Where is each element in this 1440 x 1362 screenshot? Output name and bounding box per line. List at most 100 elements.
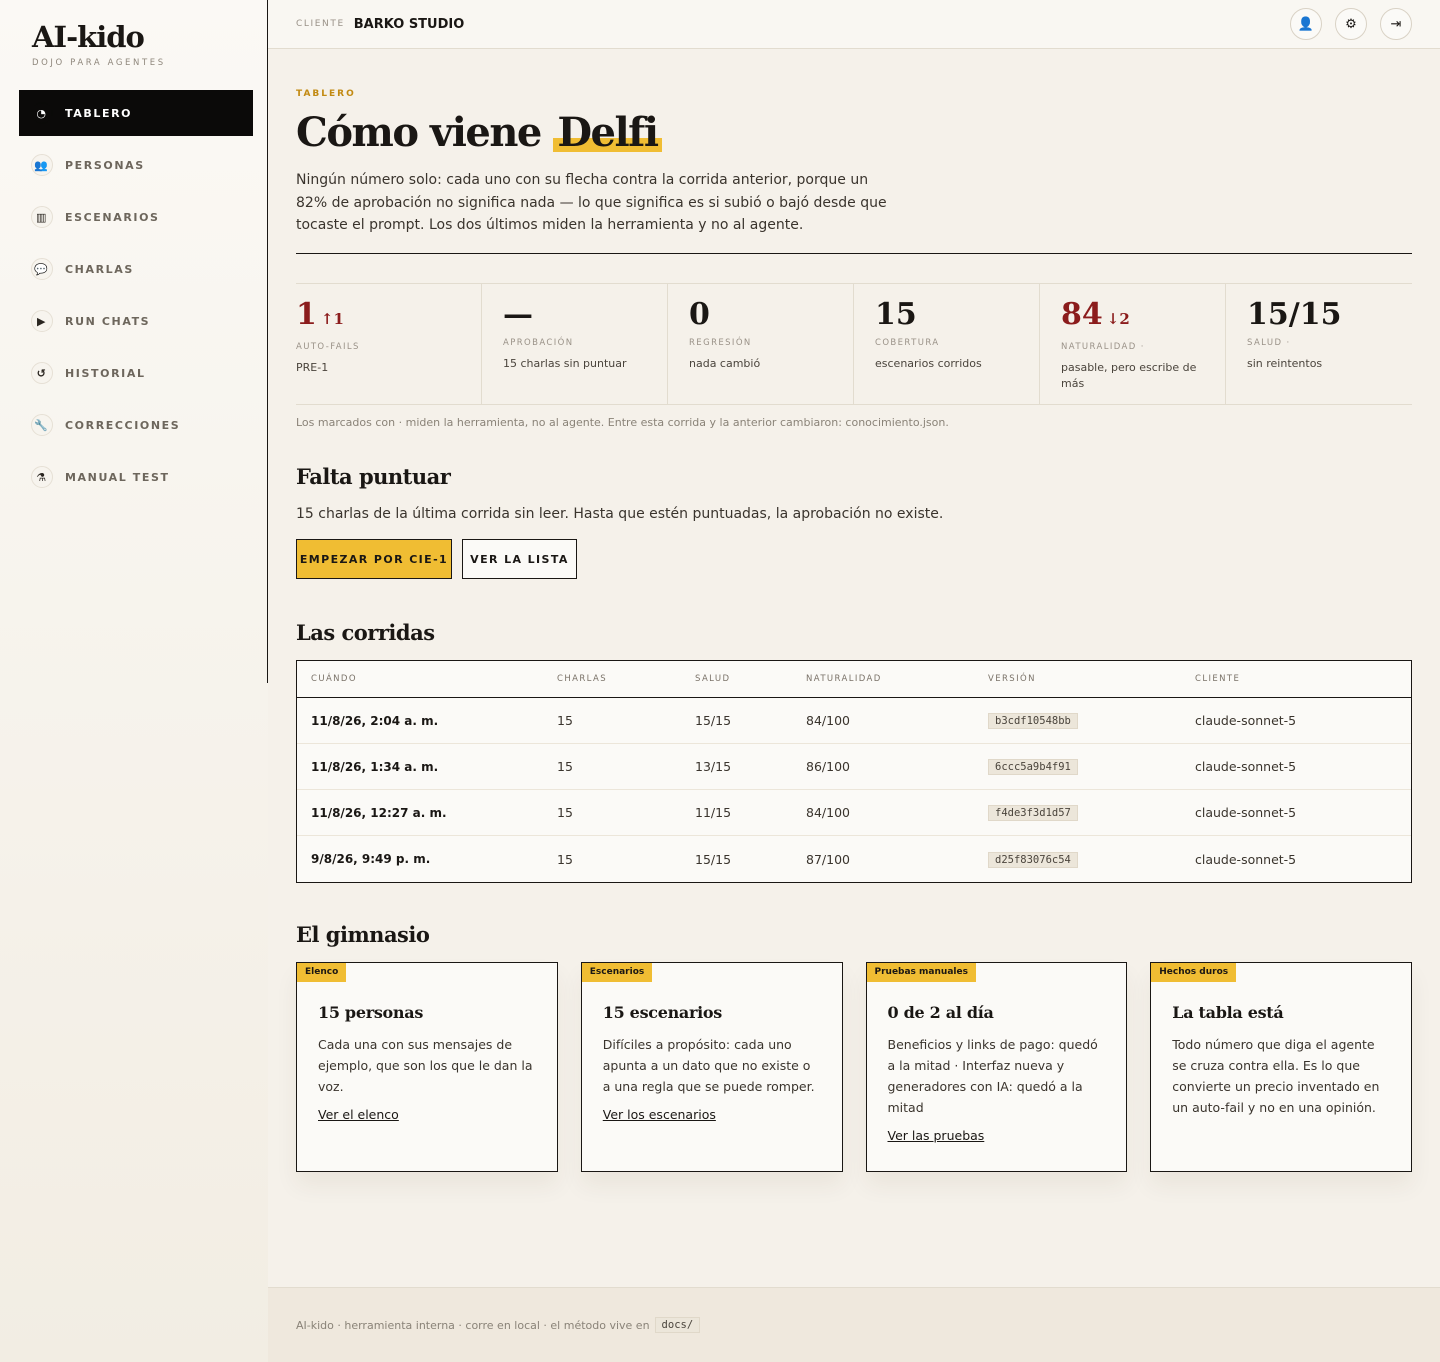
sidebar-item-charlas[interactable]: 💬 CHARLAS: [19, 246, 253, 292]
column-header: VERSIÓN: [988, 674, 1036, 684]
footer-code: docs/: [654, 1317, 701, 1333]
sidebar-item-run-chats[interactable]: ▶ RUN CHATS: [19, 298, 253, 344]
sidebar-item-label: ESCENARIOS: [65, 210, 160, 224]
people-icon: 👥: [31, 154, 53, 176]
sidebar-item-personas[interactable]: 👥 PERSONAS: [19, 142, 253, 188]
sidebar-item-label: MANUAL TEST: [65, 470, 170, 484]
logout-button[interactable]: ⇥: [1380, 8, 1412, 40]
stat-number: 84: [1061, 297, 1103, 332]
stat-note: sin reintentos: [1247, 357, 1323, 370]
card-title: 15 personas: [318, 1003, 424, 1022]
card-text: Todo número que diga el agente se cruza …: [1172, 1037, 1380, 1115]
table-cell: 15: [557, 851, 573, 867]
client-name: BARKO STUDIO: [353, 16, 465, 32]
history-icon: ↺: [31, 362, 53, 384]
table-cell: claude-sonnet-5: [1195, 805, 1297, 820]
sidebar-divider: [267, 0, 268, 683]
pending-text: 15 charlas de la última corrida sin leer…: [296, 506, 944, 522]
column-header: SALUD: [695, 674, 731, 684]
table-row[interactable]: 11/8/26, 12:27 a. m. 15 11/15 84/100 f4de3f3…: [297, 790, 1411, 836]
stat-value: —: [503, 298, 667, 332]
sidebar-item-manual-test[interactable]: ⚗ MANUAL TEST: [19, 454, 253, 500]
runs-table: CUÁNDO CHARLAS SALUD NATURALIDAD VERSIÓN CLIE…: [296, 660, 1412, 883]
runs-table-header: CUÁNDO CHARLAS SALUD NATURALIDAD VERSIÓN CLIE…: [297, 661, 1411, 698]
table-row[interactable]: 11/8/26, 1:34 a. m. 15 13/15 86/100 6ccc5a9b…: [297, 744, 1411, 790]
table-cell: 15/15: [695, 713, 732, 728]
gym-title: El gimnasio: [296, 922, 430, 947]
table-cell: claude-sonnet-5: [1195, 851, 1297, 867]
user-button[interactable]: 👤: [1290, 8, 1322, 40]
stat-value: 15/15: [1247, 298, 1412, 332]
client-label: CLIENTE: [296, 19, 345, 29]
table-cell: 87/100: [806, 851, 850, 867]
sidebar-item-label: HISTORIAL: [65, 366, 146, 380]
page-intro: Ningún número solo: cada uno con su flec…: [296, 172, 887, 233]
stat-note: nada cambió: [689, 357, 761, 370]
sidebar-nav: ◔ TABLERO 👥 PERSONAS ▥ ESCENARIOS 💬 CHARLAS ▶ RUN…: [19, 90, 253, 506]
sidebar-item-label: CHARLAS: [65, 262, 134, 276]
card-tag: Pruebas manuales: [866, 963, 976, 982]
card-title: 15 escenarios: [602, 1003, 723, 1022]
gear-button[interactable]: ⚙: [1335, 8, 1367, 40]
sidebar-item-historial[interactable]: ↺ HISTORIAL: [19, 350, 253, 396]
gym-card: Hechos duros La tabla está Todo número que…: [1150, 962, 1412, 1172]
stats-strip: 1 ↑1 AUTO-FAILS PRE-1 — APROBACIÓN 15 charlas …: [296, 283, 1412, 405]
stat-card: 15 COBERTURA escenarios corridos: [854, 284, 1040, 404]
gear-icon: ⚙: [1345, 16, 1357, 32]
view-list-button[interactable]: VER LA LISTA: [462, 539, 577, 579]
stat-note: pasable, pero escribe de más: [1061, 361, 1197, 390]
page-eyebrow: TABLERO: [296, 89, 356, 99]
table-cell: 86/100: [806, 759, 850, 774]
sidebar-item-tablero[interactable]: ◔ TABLERO: [19, 90, 253, 136]
gym-cards: Elenco 15 personas Cada una con sus mensaj…: [296, 962, 1412, 1172]
brand-subtitle: DOJO PARA AGENTES: [32, 58, 166, 68]
stat-label: SALUD ·: [1247, 338, 1291, 348]
stat-label: REGRESIÓN: [689, 338, 752, 348]
column-header: CHARLAS: [557, 674, 607, 684]
chat-icon: 💬: [31, 258, 53, 280]
stat-number: —: [503, 297, 533, 332]
brand-logo[interactable]: AI-kido: [32, 20, 166, 54]
stat-card: — APROBACIÓN 15 charlas sin puntuar: [482, 284, 668, 404]
gym-card: Escenarios 15 escenarios Difíciles a propó…: [580, 962, 843, 1172]
sidebar: AI-kido DOJO PARA AGENTES ◔ TABLERO 👥 PERSO…: [0, 0, 268, 1362]
map-icon: ▥: [31, 206, 53, 228]
stat-number: 0: [689, 297, 710, 332]
runs-table-body: 11/8/26, 2:04 a. m. 15 15/15 84/100 b3cdf105…: [297, 698, 1411, 882]
stat-label: AUTO-FAILS: [296, 342, 360, 352]
stat-delta: ↑1: [320, 310, 344, 328]
stat-note: 15 charlas sin puntuar: [503, 357, 627, 370]
stat-label: COBERTURA: [875, 338, 940, 348]
sidebar-item-label: PERSONAS: [65, 158, 145, 172]
card-link[interactable]: Ver los escenarios: [603, 1107, 716, 1122]
topbar-actions: 👤 ⚙ ⇥: [1290, 8, 1412, 40]
card-link[interactable]: Ver las pruebas: [888, 1128, 985, 1143]
stat-note: escenarios corridos: [875, 357, 982, 370]
page-title-text: Cómo viene: [296, 109, 542, 156]
gym-card: Elenco 15 personas Cada una con sus mensaj…: [296, 962, 558, 1172]
sidebar-item-label: CORRECCIONES: [65, 418, 181, 432]
footer: AI-kido · herramienta interna · corre en…: [268, 1287, 1440, 1362]
stat-number: 15: [875, 297, 917, 332]
sidebar-item-correcciones[interactable]: 🔧 CORRECCIONES: [19, 402, 253, 448]
card-link[interactable]: Ver el elenco: [318, 1107, 399, 1122]
table-cell: 15: [557, 713, 573, 728]
start-scoring-button[interactable]: EMPEZAR POR CIE-1: [296, 539, 452, 579]
column-header: NATURALIDAD: [806, 674, 882, 684]
stat-delta: ↓2: [1106, 310, 1130, 328]
flask-icon: ⚗: [31, 466, 53, 488]
logout-icon: ⇥: [1390, 16, 1402, 32]
table-cell: claude-sonnet-5: [1195, 759, 1297, 774]
sidebar-item-escenarios[interactable]: ▥ ESCENARIOS: [19, 194, 253, 240]
stats-footnote: Los marcados con · miden la herramienta,…: [296, 416, 949, 429]
dashboard-icon: ◔: [31, 102, 53, 124]
table-row[interactable]: 11/8/26, 2:04 a. m. 15 15/15 84/100 b3cdf105…: [297, 698, 1411, 744]
footer-text: AI-kido · herramienta interna · corre en…: [296, 1318, 650, 1332]
sidebar-item-label: RUN CHATS: [65, 314, 151, 328]
stat-card: 0 REGRESIÓN nada cambió: [668, 284, 854, 404]
table-cell: f4de3f3d1d57: [988, 804, 1195, 821]
stat-label: NATURALIDAD ·: [1061, 342, 1145, 352]
column-header: CLIENTE: [1195, 674, 1241, 684]
table-row[interactable]: 9/8/26, 9:49 p. m. 15 15/15 87/100 d25f83076…: [297, 836, 1411, 882]
stat-value: 15: [875, 298, 1039, 332]
